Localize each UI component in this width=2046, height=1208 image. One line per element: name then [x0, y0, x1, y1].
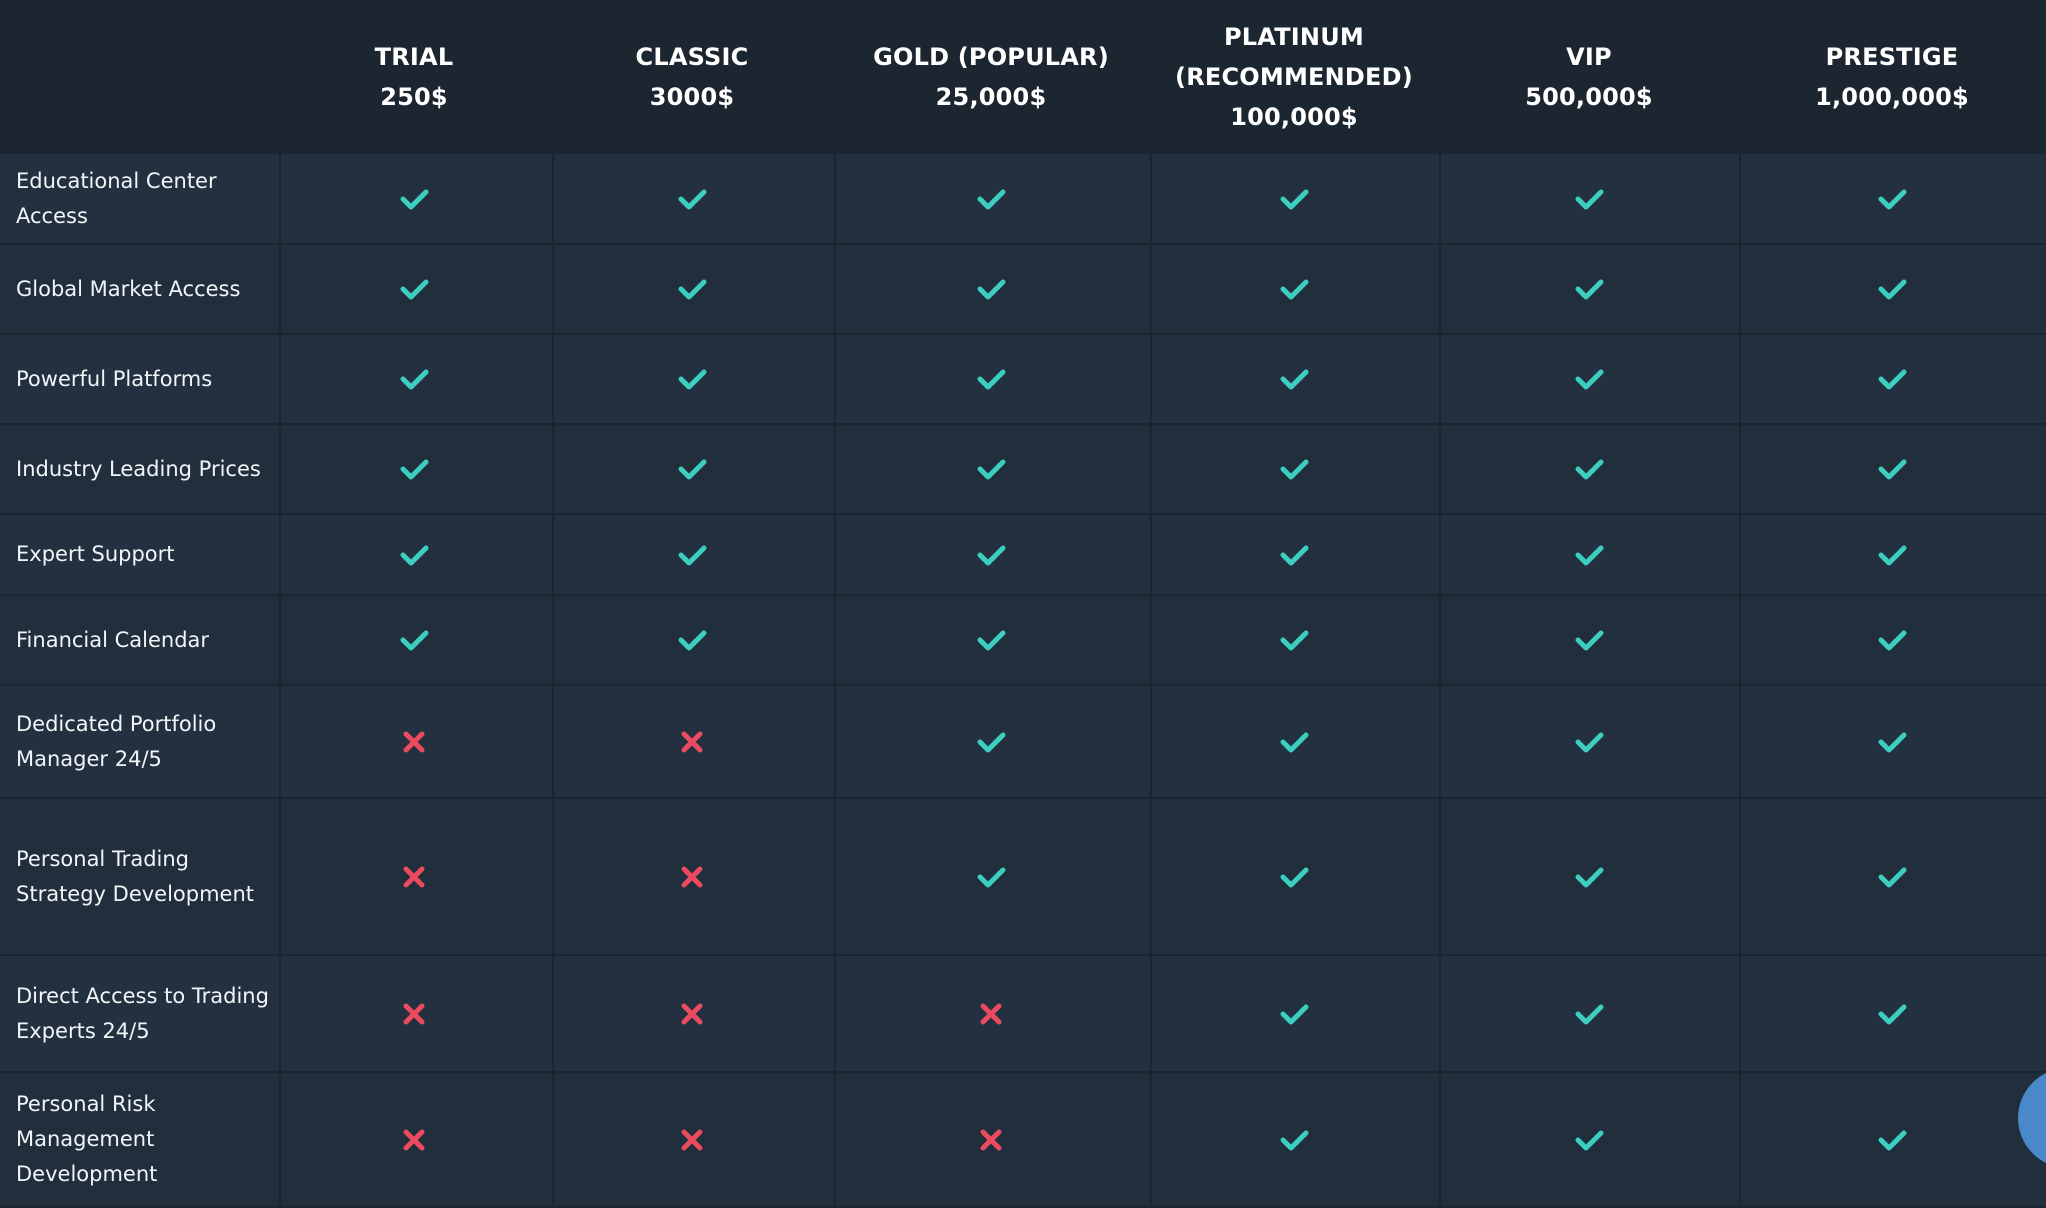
cross-icon — [374, 799, 454, 954]
check-icon — [951, 425, 1031, 513]
column-divider — [1439, 154, 1441, 1208]
check-icon — [1254, 335, 1334, 423]
check-icon — [1254, 245, 1334, 333]
check-icon — [652, 245, 732, 333]
check-icon — [1254, 154, 1334, 243]
plan-name: GOLD (POPULAR) — [873, 43, 1109, 71]
column-divider — [279, 154, 281, 1208]
cross-icon — [951, 956, 1031, 1071]
check-icon — [374, 596, 454, 684]
check-icon — [374, 154, 454, 243]
check-icon — [374, 515, 454, 594]
check-icon — [951, 596, 1031, 684]
check-icon — [652, 335, 732, 423]
cross-icon — [652, 799, 732, 954]
feature-label: Educational Center Access — [16, 168, 217, 228]
check-icon — [951, 515, 1031, 594]
check-icon — [1852, 245, 1932, 333]
check-icon — [374, 245, 454, 333]
column-divider — [834, 154, 836, 1208]
check-icon — [1254, 425, 1334, 513]
check-icon — [951, 154, 1031, 243]
check-icon — [951, 799, 1031, 954]
check-icon — [652, 154, 732, 243]
plan-price: 500,000$ — [1525, 83, 1653, 111]
pricing-comparison-table: TRIAL 250$ CLASSIC 3000$ GOLD (POPULAR) 25,00… — [0, 0, 2046, 1208]
check-icon — [1549, 335, 1629, 423]
check-icon — [1852, 1073, 1932, 1206]
check-icon — [1549, 799, 1629, 954]
plan-header-5: PRESTIGE 1,000,000$ — [1742, 0, 2042, 154]
cross-icon — [951, 1073, 1031, 1206]
feature-label: Expert Support — [16, 542, 175, 566]
check-icon — [951, 686, 1031, 797]
plan-price: 250$ — [380, 83, 448, 111]
check-icon — [1852, 335, 1932, 423]
plan-header-0: TRIAL 250$ — [264, 0, 564, 154]
check-icon — [1254, 1073, 1334, 1206]
plan-header-4: VIP 500,000$ — [1439, 0, 1739, 154]
check-icon — [1254, 596, 1334, 684]
feature-label: Direct Access to Trading Experts 24/5 — [16, 983, 269, 1043]
check-icon — [652, 425, 732, 513]
check-icon — [1549, 154, 1629, 243]
feature-label: Personal Trading Strategy Development — [16, 846, 255, 906]
plans-header: TRIAL 250$ CLASSIC 3000$ GOLD (POPULAR) 25,00… — [0, 0, 2046, 156]
check-icon — [1852, 799, 1932, 954]
plan-header-1: CLASSIC 3000$ — [542, 0, 842, 154]
column-divider — [1150, 154, 1152, 1208]
check-icon — [374, 335, 454, 423]
check-icon — [1852, 515, 1932, 594]
feature-label: Dedicated Portfolio Manager 24/5 — [16, 711, 217, 771]
check-icon — [1549, 596, 1629, 684]
plan-header-3: PLATINUM (RECOMMENDED) 100,000$ — [1144, 0, 1444, 154]
column-divider — [552, 154, 554, 1208]
column-divider — [1739, 154, 1741, 1208]
feature-label: Industry Leading Prices — [16, 456, 261, 481]
check-icon — [951, 335, 1031, 423]
feature-label: Financial Calendar — [16, 627, 210, 652]
check-icon — [1549, 1073, 1629, 1206]
check-icon — [1254, 799, 1334, 954]
plan-price: 1,000,000$ — [1815, 83, 1969, 111]
check-icon — [1852, 425, 1932, 513]
check-icon — [1254, 515, 1334, 594]
plan-name: CLASSIC — [635, 43, 749, 71]
plan-name: PRESTIGE — [1825, 43, 1959, 71]
check-icon — [652, 515, 732, 594]
check-icon — [1254, 686, 1334, 797]
plan-name: VIP — [1566, 43, 1612, 71]
feature-label: Global Market Access — [16, 276, 241, 301]
cross-icon — [374, 956, 454, 1071]
check-icon — [374, 425, 454, 513]
cross-icon — [374, 686, 454, 797]
plan-price: 100,000$ — [1230, 103, 1358, 131]
check-icon — [1254, 956, 1334, 1071]
check-icon — [1549, 956, 1629, 1071]
cross-icon — [652, 956, 732, 1071]
check-icon — [1549, 515, 1629, 594]
plan-header-2: GOLD (POPULAR) 25,000$ — [841, 0, 1141, 154]
cross-icon — [652, 1073, 732, 1206]
check-icon — [1549, 425, 1629, 513]
check-icon — [1852, 686, 1932, 797]
cross-icon — [652, 686, 732, 797]
check-icon — [1549, 245, 1629, 333]
check-icon — [1852, 596, 1932, 684]
check-icon — [951, 245, 1031, 333]
plan-name: TRIAL — [374, 43, 454, 71]
plan-price: 3000$ — [649, 83, 735, 111]
plan-name: PLATINUM (RECOMMENDED) — [1175, 23, 1413, 91]
feature-label: Powerful Platforms — [16, 366, 213, 391]
plan-price: 25,000$ — [935, 83, 1047, 111]
cross-icon — [374, 1073, 454, 1206]
check-icon — [652, 596, 732, 684]
check-icon — [1549, 686, 1629, 797]
check-icon — [1852, 956, 1932, 1071]
feature-label: Personal Risk Management Development — [16, 1092, 158, 1186]
check-icon — [1852, 154, 1932, 243]
